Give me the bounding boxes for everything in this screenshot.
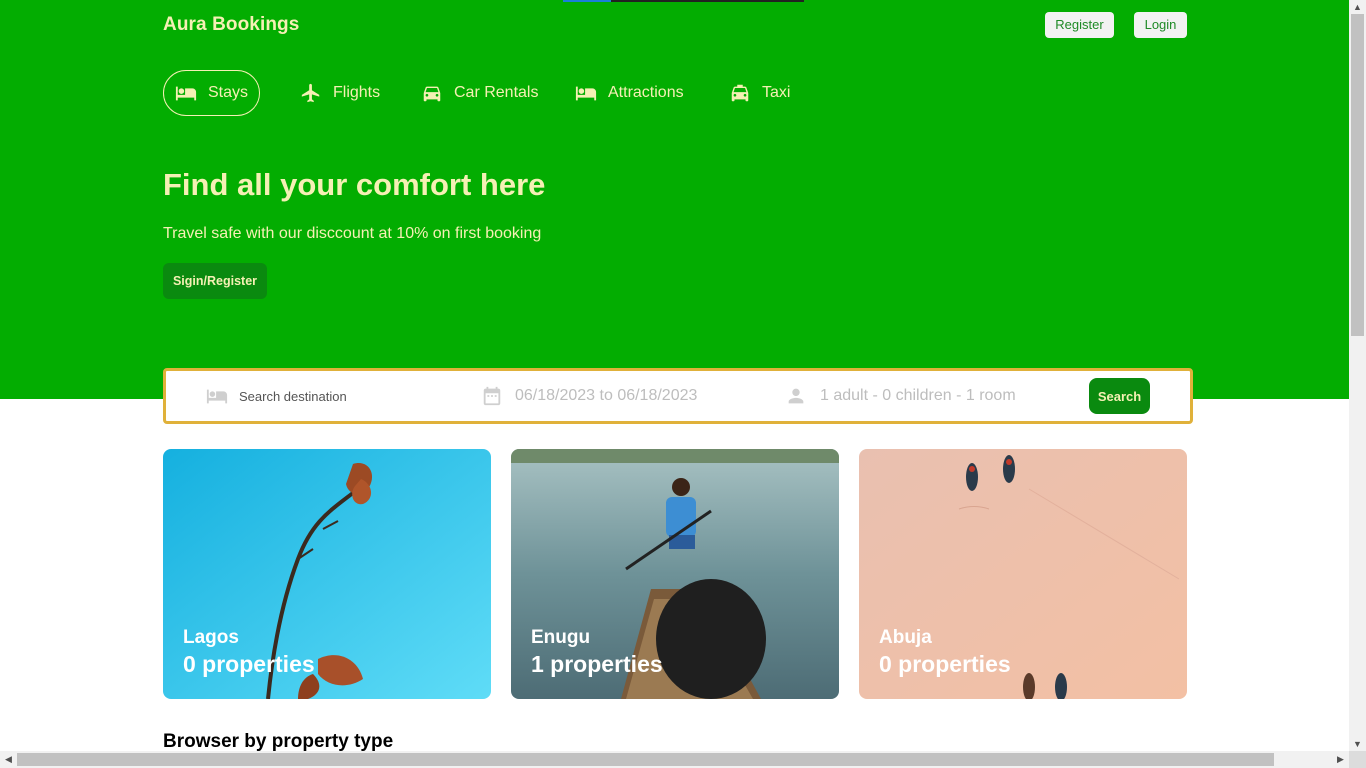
horizontal-scrollbar[interactable]: ◀ ▶ (0, 751, 1349, 768)
city-properties-count: 0 properties (183, 651, 315, 677)
nav-item-label: Flights (333, 84, 381, 101)
destination-field[interactable] (206, 371, 439, 421)
scrollbar-corner (1349, 751, 1366, 768)
car-icon (423, 86, 441, 102)
bed-icon (575, 86, 597, 101)
nav-item-stays[interactable]: Stays (163, 70, 261, 116)
scroll-right-arrow-icon[interactable]: ▶ (1332, 751, 1349, 768)
city-name: Enugu (531, 627, 591, 648)
city-card-abuja[interactable]: Abuja 0 properties (859, 449, 1187, 699)
city-card-enugu[interactable]: Enugu 1 properties (511, 449, 839, 699)
bed-icon (206, 389, 228, 404)
vertical-scroll-thumb[interactable] (1351, 14, 1364, 336)
calendar-icon (483, 386, 501, 406)
plane-icon (301, 83, 320, 103)
nav-item-label: Attractions (608, 84, 684, 101)
date-range-text: 06/18/2023 to 06/18/2023 (515, 387, 698, 404)
hero-section: Aura Bookings Register Login Stays Fligh… (0, 0, 1349, 399)
nav-item-taxi[interactable]: Taxi (729, 70, 790, 116)
nav-item-flights[interactable]: Flights (300, 70, 380, 116)
register-button[interactable]: Register (1045, 12, 1114, 38)
city-properties-count: 0 properties (879, 651, 1011, 677)
top-loading-bar (563, 0, 804, 2)
property-type-section-title: Browser by property type (163, 731, 394, 751)
scroll-down-arrow-icon[interactable]: ▼ (1349, 737, 1366, 751)
page: Aura Bookings Register Login Stays Fligh… (0, 0, 1349, 751)
nav-item-label: Stays (208, 84, 249, 101)
nav-item-label: Taxi (762, 84, 791, 101)
horizontal-scroll-thumb[interactable] (17, 753, 1274, 766)
guests-field[interactable]: 1 adult - 0 children - 1 room (785, 371, 1016, 421)
search-bar: 06/18/2023 to 06/18/2023 1 adult - 0 chi… (163, 368, 1193, 424)
bed-icon (175, 86, 197, 101)
browser-viewport: Aura Bookings Register Login Stays Fligh… (0, 0, 1366, 768)
city-properties-count: 1 properties (531, 651, 663, 677)
signin-register-button[interactable]: Sigin/Register (163, 263, 267, 299)
brand-logo[interactable]: Aura Bookings (163, 14, 299, 36)
scroll-up-arrow-icon[interactable]: ▲ (1349, 0, 1366, 14)
loading-bar-progress (563, 0, 611, 2)
city-name: Lagos (183, 627, 239, 648)
person-icon (788, 388, 804, 404)
vertical-scrollbar[interactable]: ▲ ▼ (1349, 0, 1366, 751)
date-range-field[interactable]: 06/18/2023 to 06/18/2023 (481, 371, 697, 421)
nav-item-attractions[interactable]: Attractions (575, 70, 684, 116)
login-button[interactable]: Login (1134, 12, 1187, 38)
scroll-left-arrow-icon[interactable]: ◀ (0, 751, 17, 768)
hero-subtitle: Travel safe with our disccount at 10% on… (163, 225, 542, 242)
search-button[interactable]: Search (1089, 378, 1150, 414)
taxi-icon (731, 84, 749, 102)
hero-title: Find all your comfort here (163, 167, 546, 202)
city-name: Abuja (879, 627, 932, 648)
nav-item-label: Car Rentals (454, 84, 539, 101)
city-card-lagos[interactable]: Lagos 0 properties (163, 449, 491, 699)
nav-item-car-rentals[interactable]: Car Rentals (421, 70, 538, 116)
guests-text: 1 adult - 0 children - 1 room (820, 387, 1016, 404)
destination-input[interactable] (239, 388, 439, 404)
